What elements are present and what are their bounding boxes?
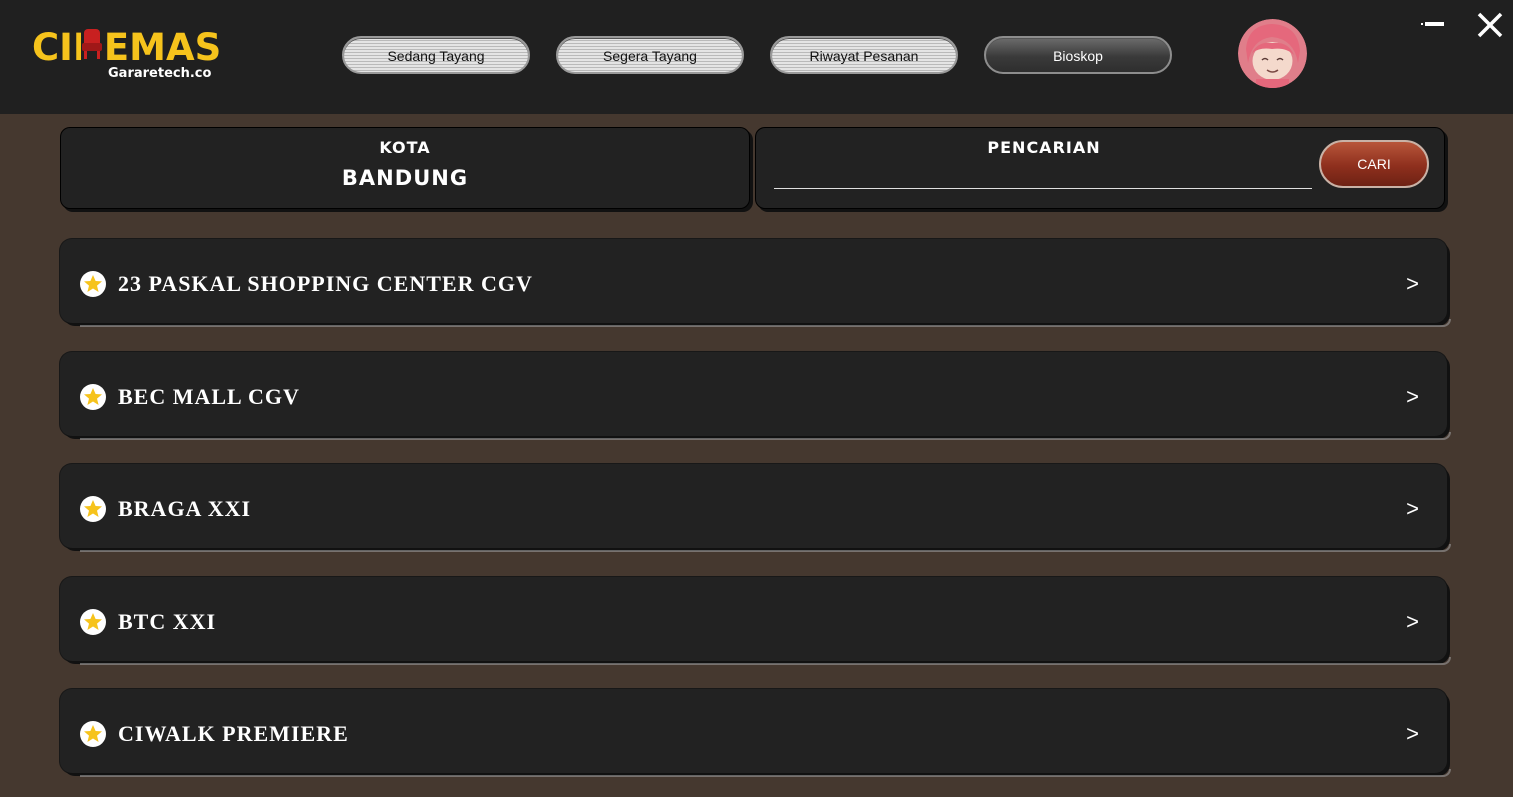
star-icon <box>80 496 106 522</box>
cinema-name: CIWALK PREMIERE <box>118 721 349 746</box>
app-logo[interactable]: CINEMAS Gararetech.co <box>32 26 232 86</box>
search-label: PENCARIAN <box>987 138 1101 157</box>
logo-subtitle: Gararetech.co <box>108 66 212 81</box>
cinema-name: BEC MALL CGV <box>118 384 300 409</box>
star-icon <box>80 271 106 297</box>
nav-segera-tayang-button[interactable]: Segera Tayang <box>556 36 744 74</box>
avatar[interactable] <box>1238 19 1307 88</box>
cinema-name: 23 PASKAL SHOPPING CENTER CGV <box>118 271 533 296</box>
minimize-icon[interactable] <box>1418 14 1448 34</box>
cinema-list-item[interactable]: BRAGA XXI > <box>60 464 1451 552</box>
chevron-right-icon[interactable]: > <box>1406 494 1419 524</box>
nav-riwayat-pesanan-button[interactable]: Riwayat Pesanan <box>770 36 958 74</box>
cinema-seat-icon <box>81 27 103 63</box>
cinema-list-item[interactable]: BEC MALL CGV > <box>60 352 1451 440</box>
cinema-name: BTC XXI <box>118 609 217 634</box>
star-icon <box>80 721 106 747</box>
chevron-right-icon[interactable]: > <box>1406 382 1419 412</box>
nav-sedang-tayang-button[interactable]: Sedang Tayang <box>342 36 530 74</box>
cinema-list-item[interactable]: BTC XXI > <box>60 577 1451 665</box>
search-panel: PENCARIAN CARI <box>755 127 1445 209</box>
chevron-right-icon[interactable]: > <box>1406 269 1419 299</box>
city-value[interactable]: BANDUNG <box>61 166 749 190</box>
logo-text: CINEMAS <box>32 26 222 69</box>
city-selector[interactable]: KOTA BANDUNG <box>60 127 750 209</box>
cinema-list-item[interactable]: 23 PASKAL SHOPPING CENTER CGV > <box>60 239 1451 327</box>
chevron-right-icon[interactable]: > <box>1406 607 1419 637</box>
search-button[interactable]: CARI <box>1319 140 1429 188</box>
nav-bioskop-button[interactable]: Bioskop <box>984 36 1172 74</box>
close-icon[interactable] <box>1475 10 1505 40</box>
search-underline <box>774 188 1312 189</box>
cinema-name: BRAGA XXI <box>118 496 252 521</box>
star-icon <box>80 384 106 410</box>
star-icon <box>80 609 106 635</box>
search-input[interactable] <box>774 162 1316 188</box>
app-header: CINEMAS Gararetech.co Sedang Tayang Sege… <box>0 0 1513 114</box>
city-label: KOTA <box>379 138 431 157</box>
avatar-image <box>1238 19 1307 88</box>
cinema-list-item[interactable]: CIWALK PREMIERE > <box>60 689 1451 777</box>
chevron-right-icon[interactable]: > <box>1406 719 1419 749</box>
